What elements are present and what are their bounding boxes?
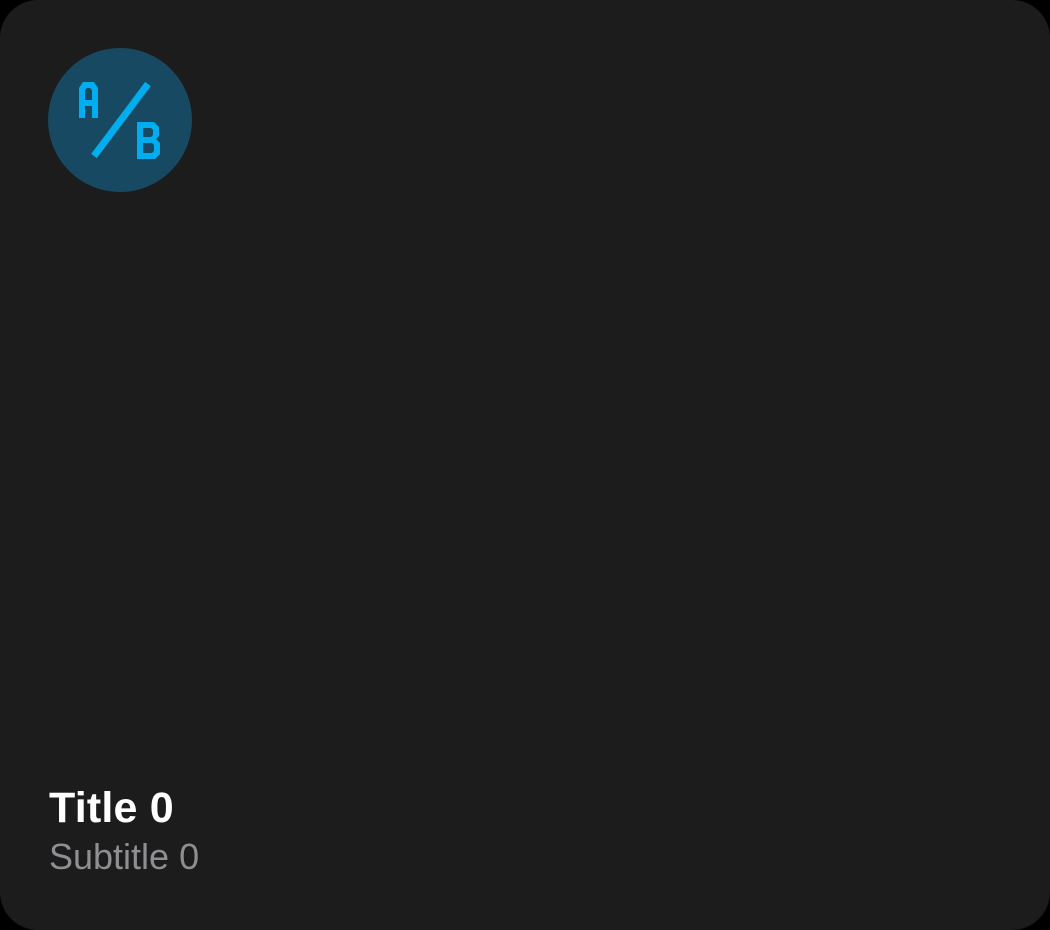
ab-test-card[interactable]: Title 0 Subtitle 0 <box>0 0 1050 930</box>
card-title: Title 0 <box>49 784 174 832</box>
card-subtitle: Subtitle 0 <box>49 836 200 877</box>
ab-test-icon <box>48 48 192 192</box>
card-text: Title 0 Subtitle 0 <box>49 782 949 880</box>
